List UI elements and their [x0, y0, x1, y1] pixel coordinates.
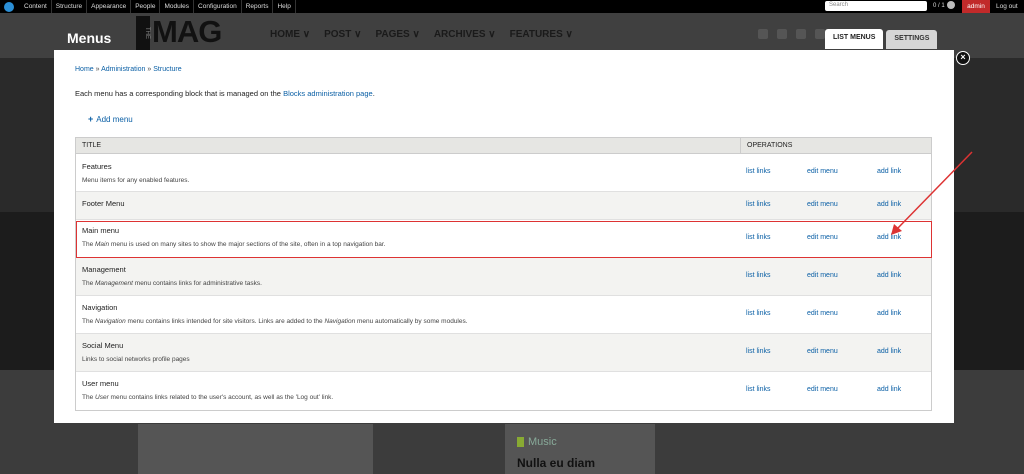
list-links-link[interactable]: list links [746, 386, 771, 393]
menu-description: The Navigation menu contains links inten… [82, 318, 468, 325]
intro-text: Each menu has a corresponding block that… [75, 89, 375, 98]
edit-menu-link[interactable]: edit menu [807, 348, 838, 355]
edit-menu-link[interactable]: edit menu [807, 386, 838, 393]
menu-name: Features [82, 162, 112, 171]
table-row: Footer Menu list links edit menu add lin… [76, 192, 931, 220]
users-icon [946, 1, 955, 10]
nav-pages[interactable]: PAGES ∨ [375, 29, 419, 40]
add-link-link[interactable]: add link [877, 348, 901, 355]
list-links-link[interactable]: list links [746, 168, 771, 175]
facebook-icon[interactable] [758, 29, 768, 39]
column-title: TITLE [76, 138, 741, 153]
add-link-link[interactable]: add link [877, 386, 901, 393]
toolbar-modules[interactable]: Modules [160, 0, 195, 13]
table-row: Management The Management menu contains … [76, 258, 931, 296]
intro-after: . [372, 89, 375, 98]
nav-home[interactable]: HOME ∨ [270, 29, 310, 40]
menu-description: Menu items for any enabled features. [82, 177, 190, 184]
list-links-link[interactable]: list links [746, 348, 771, 355]
breadcrumb: Home » Administration » Structure [75, 66, 182, 73]
nav-post[interactable]: POST ∨ [324, 29, 361, 40]
main-navigation: HOME ∨ POST ∨ PAGES ∨ ARCHIVES ∨ FEATURE… [270, 29, 573, 40]
edit-menu-link[interactable]: edit menu [807, 168, 838, 175]
admin-user-button[interactable]: admin [962, 0, 990, 13]
table-row: Features Menu items for any enabled feat… [76, 154, 931, 192]
add-link-link[interactable]: add link [877, 310, 901, 317]
toolbar-search-input[interactable]: Search [825, 1, 927, 11]
site-logo: THE MAG [136, 14, 244, 50]
add-link-link[interactable]: add link [877, 234, 901, 241]
menu-name: Management [82, 265, 126, 274]
menu-description: The Main menu is used on many sites to s… [82, 241, 386, 248]
breadcrumb-structure[interactable]: Structure [153, 66, 181, 73]
tab-settings[interactable]: SETTINGS [886, 30, 938, 49]
user-count-text: 0 / 1 [933, 3, 945, 9]
close-icon[interactable]: × [956, 51, 970, 65]
tab-list-menus[interactable]: LIST MENUS [825, 29, 884, 49]
menu-description: Links to social networks profile pages [82, 356, 190, 363]
nav-features[interactable]: FEATURES ∨ [510, 29, 573, 40]
logo-mag: MAG [152, 14, 222, 49]
table-row: User menu The User menu contains links r… [76, 372, 931, 410]
table-row: Social Menu Links to social networks pro… [76, 334, 931, 372]
toolbar-people[interactable]: People [131, 0, 161, 13]
logout-link[interactable]: Log out [996, 0, 1018, 13]
toolbar-help[interactable]: Help [273, 0, 296, 13]
menu-name: Main menu [82, 226, 120, 235]
pinterest-icon[interactable] [815, 29, 825, 39]
add-link-link[interactable]: add link [877, 201, 901, 208]
category-label: Music [517, 436, 557, 448]
nav-archives[interactable]: ARCHIVES ∨ [434, 29, 496, 40]
menu-name: Footer Menu [82, 199, 125, 208]
edit-menu-link[interactable]: edit menu [807, 234, 838, 241]
drupal-logo-icon[interactable] [4, 1, 14, 12]
twitter-icon[interactable] [777, 29, 787, 39]
admin-toolbar: Content Structure Appearance People Modu… [0, 0, 1024, 13]
menu-description: The Management menu contains links for a… [82, 280, 262, 287]
list-links-link[interactable]: list links [746, 272, 771, 279]
toolbar-configuration[interactable]: Configuration [194, 0, 242, 13]
logo-the: THE [136, 16, 150, 50]
add-menu-button[interactable]: + Add menu [88, 114, 133, 124]
list-links-link[interactable]: list links [746, 310, 771, 317]
plus-icon: + [88, 114, 94, 124]
list-links-link[interactable]: list links [746, 234, 771, 241]
blocks-admin-link[interactable]: Blocks administration page [283, 89, 373, 98]
add-link-link[interactable]: add link [877, 168, 901, 175]
menu-description: The User menu contains links related to … [82, 394, 334, 401]
toolbar-structure[interactable]: Structure [52, 0, 88, 13]
article-card [138, 424, 373, 474]
toolbar-content[interactable]: Content [20, 0, 52, 13]
list-links-link[interactable]: list links [746, 201, 771, 208]
menu-name: User menu [82, 379, 119, 388]
menu-name: Navigation [82, 303, 118, 312]
local-tasks-tabs: LIST MENUS SETTINGS [825, 29, 938, 49]
social-icons [758, 29, 825, 39]
article-title: Nulla eu diam [517, 456, 596, 470]
breadcrumb-home[interactable]: Home [75, 66, 94, 73]
table-row: Navigation The Navigation menu contains … [76, 296, 931, 334]
edit-menu-link[interactable]: edit menu [807, 310, 838, 317]
add-menu-label: Add menu [96, 115, 133, 124]
page-title: Menus [67, 30, 112, 46]
user-count: 0 / 1 [933, 0, 955, 13]
menus-table: TITLE OPERATIONS Features Menu items for… [75, 137, 932, 411]
edit-menu-link[interactable]: edit menu [807, 272, 838, 279]
edit-menu-link[interactable]: edit menu [807, 201, 838, 208]
intro-before: Each menu has a corresponding block that… [75, 89, 284, 98]
table-row: Main menu The Main menu is used on many … [76, 220, 931, 258]
add-link-link[interactable]: add link [877, 272, 901, 279]
column-operations: OPERATIONS [747, 142, 793, 149]
youtube-icon[interactable] [796, 29, 806, 39]
menu-name: Social Menu [82, 341, 124, 350]
toolbar-appearance[interactable]: Appearance [87, 0, 132, 13]
toolbar-reports[interactable]: Reports [242, 0, 274, 13]
table-header: TITLE OPERATIONS [76, 138, 931, 154]
breadcrumb-administration[interactable]: Administration [101, 66, 145, 73]
